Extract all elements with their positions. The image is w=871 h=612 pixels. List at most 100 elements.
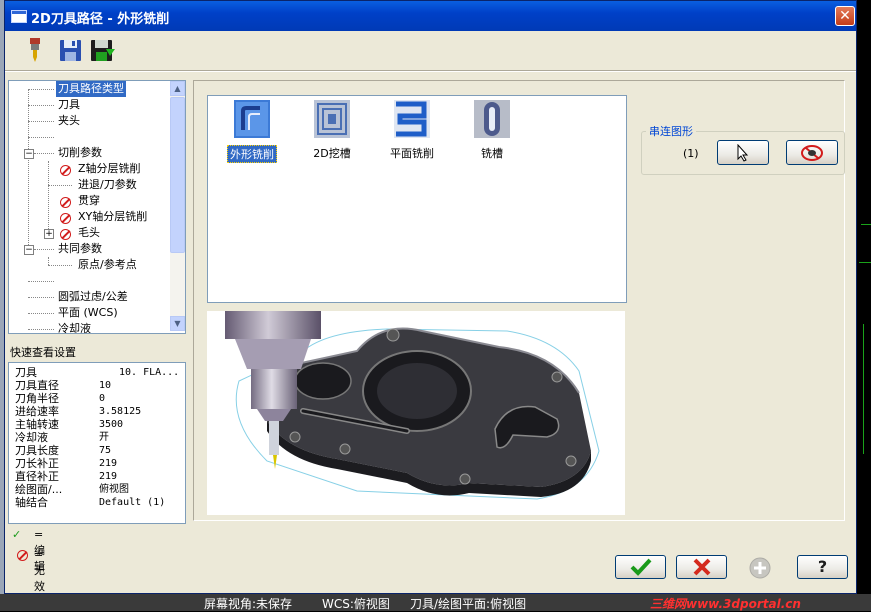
tree-line <box>28 121 54 122</box>
quick-key: 主轴转速 <box>15 418 59 431</box>
type-facing[interactable]: 平面铣削 <box>382 100 442 161</box>
help-button[interactable]: ? <box>797 555 848 579</box>
quick-value: 0 <box>99 393 106 404</box>
pocket-icon <box>314 100 350 138</box>
tree-line <box>48 161 49 229</box>
tree-item-linking-params[interactable]: 共同参数 <box>58 241 102 257</box>
quick-value: 3500 <box>99 419 124 430</box>
invalid-icon <box>17 550 28 561</box>
quick-key: 刀具 <box>15 366 37 379</box>
tree-item-holder[interactable]: 夹头 <box>58 113 80 129</box>
quick-key: 轴结合 <box>15 496 48 509</box>
type-contour[interactable]: 外形铣削 <box>222 100 282 163</box>
background-canvas <box>857 24 871 594</box>
tree-line <box>28 105 54 106</box>
close-icon: ✕ <box>839 8 851 24</box>
quick-value: 219 <box>99 458 118 469</box>
ok-button[interactable] <box>615 555 666 579</box>
window-icon <box>11 10 27 23</box>
facing-icon <box>394 100 430 138</box>
tool-icon[interactable] <box>23 37 47 63</box>
tree-item-tool[interactable]: 刀具 <box>58 97 80 113</box>
save-as-icon[interactable] <box>90 37 115 63</box>
tree-line <box>28 89 54 90</box>
quick-key: 进给速率 <box>15 405 59 418</box>
tree-line <box>34 153 54 154</box>
status-view: 屏幕视角:未保存 <box>204 597 293 611</box>
status-wcs: WCS:俯视图 <box>322 597 390 611</box>
tree-line <box>28 89 29 255</box>
type-pocket[interactable]: 2D挖槽 <box>302 100 362 161</box>
quick-value: 10 <box>99 380 112 391</box>
select-chain-button[interactable] <box>717 140 769 165</box>
scroll-down-icon[interactable]: ▼ <box>170 316 185 331</box>
tree-item-multi-passes[interactable]: XY轴分层铣削 <box>78 209 147 225</box>
parameter-tree[interactable]: 刀具路径类型 刀具 夹头 − 切削参数 Z轴分层铣削 进退/刀参数 贯穿 XY轴… <box>8 80 186 334</box>
quick-key: 冷却液 <box>15 431 48 444</box>
tree-item-coolant[interactable]: 冷却液 <box>58 321 91 333</box>
type-slot-label: 铣槽 <box>481 147 503 160</box>
help-icon: ? <box>817 557 828 576</box>
quick-value: 俯视图 <box>99 484 129 495</box>
type-contour-label: 外形铣削 <box>227 145 277 163</box>
window-title: 2D刀具路径 - 外形铣削 <box>31 12 170 27</box>
tree-line <box>48 185 72 186</box>
invalid-icon <box>60 229 71 240</box>
add-button[interactable] <box>747 556 773 580</box>
cancel-button[interactable] <box>676 555 727 579</box>
plus-icon <box>749 557 771 579</box>
scroll-up-icon[interactable]: ▲ <box>170 81 185 96</box>
clear-chain-button[interactable] <box>786 140 838 165</box>
quick-key: 绘图面/... <box>15 483 63 496</box>
cursor-icon <box>737 143 749 162</box>
legend-edit: ✓ =编辑 <box>12 527 45 573</box>
quick-value: 3.58125 <box>99 406 142 417</box>
collapse-icon[interactable]: − <box>24 245 34 255</box>
check-icon: ✓ <box>12 528 22 541</box>
expand-icon[interactable]: + <box>44 229 54 239</box>
tree-item-cut-params[interactable]: 切削参数 <box>58 145 102 161</box>
watermark: 三维网www.3dportal.cn <box>650 597 801 611</box>
toolbar-divider-highlight <box>5 71 856 72</box>
quick-value: 10. FLA... <box>119 367 180 378</box>
type-pocket-label: 2D挖槽 <box>313 147 351 160</box>
quick-value: 75 <box>99 445 112 456</box>
tree-line <box>28 281 54 282</box>
tree-line <box>48 257 49 265</box>
tree-item-home-ref[interactable]: 原点/参考点 <box>78 257 137 273</box>
type-facing-label: 平面铣削 <box>390 147 434 160</box>
tree-item-lead-in-out[interactable]: 进退/刀参数 <box>78 177 137 193</box>
legend-invalid-label: =无效 <box>34 548 45 593</box>
no-entry-icon <box>801 145 823 161</box>
quick-key: 刀具直径 <box>15 379 59 392</box>
invalid-icon <box>60 197 71 208</box>
tree-line <box>28 313 54 314</box>
tree-item-plane[interactable]: 平面 (WCS) <box>58 305 118 321</box>
title-bar[interactable]: 2D刀具路径 - 外形铣削 ✕ <box>5 1 856 31</box>
close-button[interactable]: ✕ <box>835 6 855 26</box>
quick-value: 开 <box>99 432 109 443</box>
save-icon[interactable] <box>59 37 83 63</box>
quick-view-title: 快速查看设置 <box>10 346 76 359</box>
toolbar <box>5 31 856 69</box>
quick-key: 刀长补正 <box>15 457 59 470</box>
collapse-icon[interactable]: − <box>24 149 34 159</box>
toolpath-type-list: 外形铣削 2D挖槽 平面铣削 铣槽 <box>207 95 627 303</box>
quick-view-list: 刀具 10. FLA... 刀具直径 10 刀角半径 0 进给速率 3.58125 主轴… <box>8 362 186 524</box>
tree-line <box>34 249 54 250</box>
tree-scrollbar[interactable]: ▲ ▼ <box>170 81 185 331</box>
check-icon <box>630 558 651 576</box>
tree-item-arc-filter[interactable]: 圆弧过虑/公差 <box>58 289 128 305</box>
type-slot[interactable]: 铣槽 <box>462 100 522 161</box>
quick-key: 直径补正 <box>15 470 59 483</box>
quick-key: 刀角半径 <box>15 392 59 405</box>
status-plane: 刀具/绘图平面:俯视图 <box>410 597 527 611</box>
tree-item-break-through[interactable]: 贯穿 <box>78 193 100 209</box>
tree-item-tabs[interactable]: 毛头 <box>78 225 100 241</box>
quick-value: Default (1) <box>99 497 166 508</box>
tree-line <box>28 297 54 298</box>
scroll-thumb[interactable] <box>170 97 185 253</box>
tree-item-toolpath-type[interactable]: 刀具路径类型 <box>56 81 126 97</box>
tree-item-depth-cuts[interactable]: Z轴分层铣削 <box>78 161 141 177</box>
tree-line <box>28 329 54 330</box>
